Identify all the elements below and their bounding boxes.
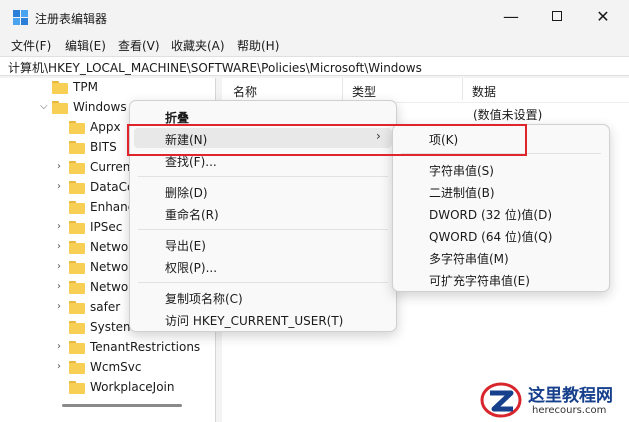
chevron-right-icon[interactable]: ›	[57, 221, 67, 232]
tree-item-label: WcmSvc	[90, 360, 142, 374]
tree-item-label: BITS	[90, 140, 117, 154]
folder-icon	[52, 81, 68, 94]
tree-item-label: Curren	[90, 160, 131, 174]
address-bar[interactable]: 计算机\HKEY_LOCAL_MACHINE\SOFTWARE\Policies…	[0, 56, 629, 76]
folder-icon	[69, 161, 85, 174]
highlight-annotation-box	[127, 124, 527, 156]
folder-icon	[69, 141, 85, 154]
submenu-item-qword-value[interactable]: QWORD (64 位)值(Q)	[429, 228, 552, 245]
menu-item-export[interactable]: 导出(E)	[165, 237, 206, 254]
folder-icon	[69, 241, 85, 254]
tree-item-label: IPSec	[90, 220, 123, 234]
chevron-right-icon[interactable]: ›	[57, 161, 67, 172]
menu-item-permissions[interactable]: 权限(P)...	[165, 259, 217, 276]
chevron-right-icon[interactable]: ›	[57, 181, 67, 192]
tree-horizontal-scrollbar[interactable]	[62, 404, 182, 407]
column-header-name[interactable]: 名称	[233, 83, 257, 100]
folder-icon	[69, 201, 85, 214]
window-title: 注册表编辑器	[35, 12, 108, 26]
column-header-data[interactable]: 数据	[472, 83, 496, 100]
address-path: 计算机\HKEY_LOCAL_MACHINE\SOFTWARE\Policies…	[8, 61, 422, 75]
regedit-app-icon	[13, 10, 29, 26]
tree-item-tenantrestrictions[interactable]: › TenantRestrictions	[0, 338, 215, 358]
tree-item-label: Netwo	[90, 240, 129, 254]
close-icon: ✕	[596, 7, 610, 26]
tree-item-label: DataCo	[90, 180, 135, 194]
menu-favorites[interactable]: 收藏夹(A)	[171, 37, 225, 54]
menu-file[interactable]: 文件(F)	[11, 37, 51, 54]
column-header-type[interactable]: 类型	[352, 83, 376, 100]
tree-item-wcmsvc[interactable]: › WcmSvc	[0, 358, 215, 378]
tree-item-label: WorkplaceJoin	[90, 380, 175, 394]
minimize-icon: —	[503, 7, 519, 26]
tree-item-label: Netwo	[90, 260, 129, 274]
menu-help[interactable]: 帮助(H)	[237, 37, 279, 54]
folder-icon	[69, 341, 85, 354]
folder-icon	[69, 281, 85, 294]
folder-icon	[69, 301, 85, 314]
tree-item-label: Netwo	[90, 280, 129, 294]
maximize-button[interactable]	[534, 0, 580, 34]
column-divider[interactable]	[342, 78, 343, 100]
menu-edit[interactable]: 编辑(E)	[65, 37, 106, 54]
folder-icon	[69, 121, 85, 134]
menu-item-rename[interactable]: 重命名(R)	[165, 206, 219, 223]
menu-item-copy-key-name[interactable]: 复制项名称(C)	[165, 290, 243, 307]
submenu-item-binary-value[interactable]: 二进制值(B)	[429, 184, 495, 201]
menu-item-delete[interactable]: 删除(D)	[165, 184, 208, 201]
folder-icon	[69, 361, 85, 374]
chevron-right-icon[interactable]: ›	[57, 241, 67, 252]
submenu-item-expandable-string-value[interactable]: 可扩充字符串值(E)	[429, 272, 530, 289]
default-value-data[interactable]: (数值未设置)	[473, 106, 542, 123]
folder-icon	[69, 381, 85, 394]
tree-item-label: Windows	[73, 100, 127, 114]
watermark: 这里教程网 herecours.com	[478, 378, 629, 422]
close-button[interactable]: ✕	[580, 0, 626, 34]
watermark-logo-icon	[480, 382, 522, 418]
chevron-right-icon[interactable]: ›	[57, 341, 67, 352]
menu-bar: 文件(F) 编辑(E) 查看(V) 收藏夹(A) 帮助(H)	[0, 34, 629, 56]
watermark-url: herecours.com	[532, 405, 607, 416]
tree-item-label: TenantRestrictions	[90, 340, 201, 354]
folder-icon	[69, 261, 85, 274]
tree-item-label: safer	[90, 300, 121, 314]
menu-separator	[138, 229, 388, 230]
chevron-right-icon[interactable]: ›	[57, 281, 67, 292]
chevron-right-icon[interactable]: ›	[57, 301, 67, 312]
tree-item-workplacejoin[interactable]: WorkplaceJoin	[0, 378, 215, 398]
title-bar: 注册表编辑器 — ✕	[0, 0, 629, 34]
minimize-button[interactable]: —	[488, 0, 534, 34]
folder-icon	[52, 101, 68, 114]
menu-view[interactable]: 查看(V)	[118, 37, 160, 54]
folder-icon	[69, 321, 85, 334]
folder-icon	[69, 181, 85, 194]
tree-item-label: TPM	[73, 80, 98, 94]
chevron-down-icon[interactable]: ⌵	[40, 101, 50, 112]
menu-item-goto-hkcu[interactable]: 访问 HKEY_CURRENT_USER(T)	[165, 312, 343, 329]
submenu-item-string-value[interactable]: 字符串值(S)	[429, 162, 494, 179]
folder-icon	[69, 221, 85, 234]
submenu-item-dword-value[interactable]: DWORD (32 位)值(D)	[429, 206, 552, 223]
submenu-item-multi-string-value[interactable]: 多字符串值(M)	[429, 250, 509, 267]
menu-separator	[138, 282, 388, 283]
menu-separator	[138, 176, 388, 177]
chevron-right-icon[interactable]: ›	[57, 261, 67, 272]
tree-item-label: Enhanc	[90, 200, 135, 214]
tree-item-tpm[interactable]: TPM	[0, 78, 215, 98]
tree-item-label: Appx	[90, 120, 121, 134]
watermark-title: 这里教程网	[528, 386, 613, 406]
chevron-right-icon[interactable]: ›	[57, 361, 67, 372]
maximize-icon	[552, 11, 562, 21]
column-divider[interactable]	[462, 78, 463, 100]
